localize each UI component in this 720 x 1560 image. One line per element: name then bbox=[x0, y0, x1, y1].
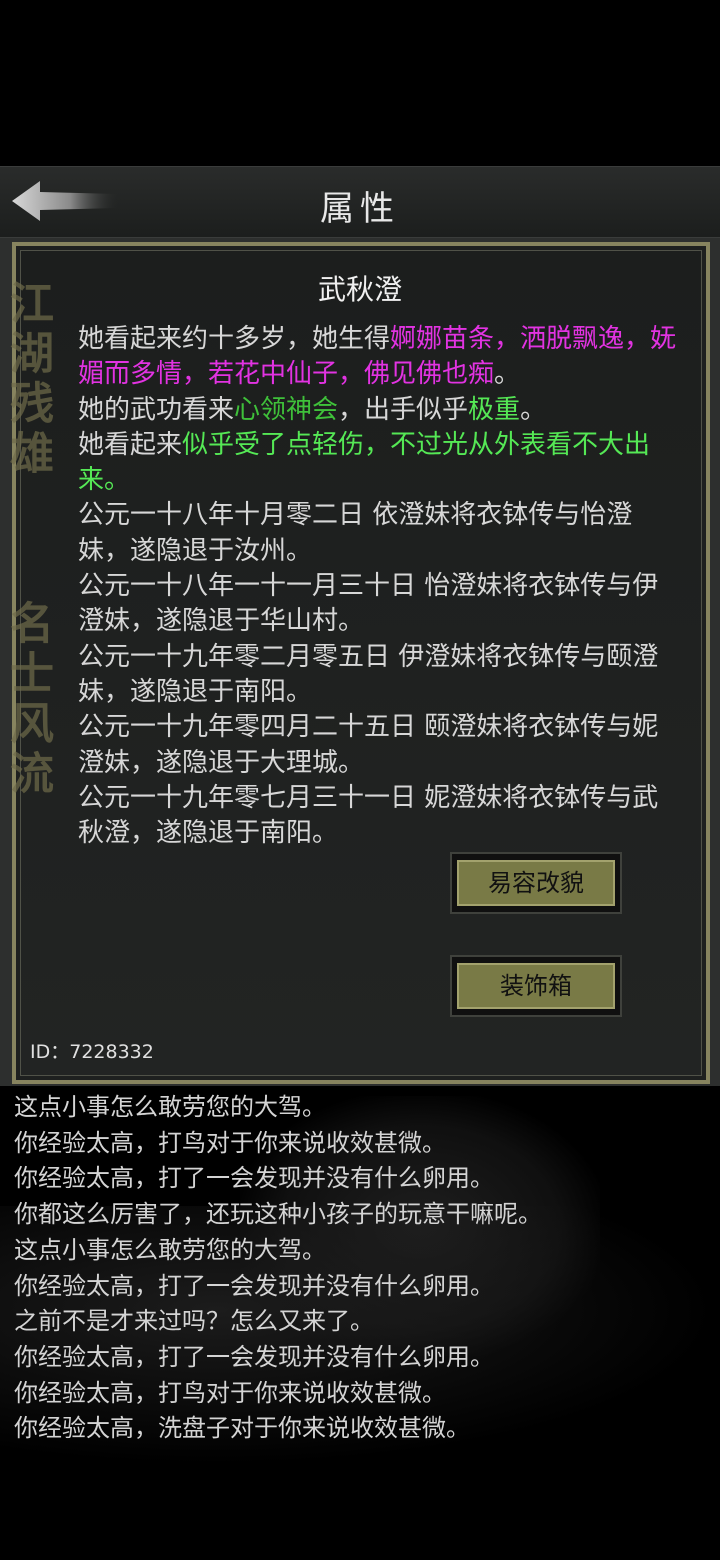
log-line: 你经验太高，打鸟对于你来说收效甚微。 bbox=[14, 1128, 446, 1157]
page-title: 属性 bbox=[320, 189, 400, 229]
martial-prefix: 她的武功看来 bbox=[78, 394, 235, 425]
martial-strength: 极重 bbox=[468, 394, 521, 425]
wardrobe-button[interactable]: 装饰箱 bbox=[450, 955, 622, 1017]
log-line: 这点小事怎么敢劳您的大驾。 bbox=[14, 1093, 326, 1121]
disguise-button-label: 易容改貌 bbox=[457, 860, 615, 906]
martial-middle: ，出手似乎 bbox=[338, 394, 469, 425]
character-description: 她看起来约十多岁，她生得婀娜苗条，洒脱飘逸，妩媚而多情，若花中仙子，佛见佛也痴。… bbox=[78, 322, 678, 851]
character-name: 武秋澄 bbox=[317, 273, 402, 306]
appearance-line: 她看起来约十多岁，她生得婀娜苗条，洒脱飘逸，妩媚而多情，若花中仙子，佛见佛也痴。 bbox=[78, 322, 678, 393]
log-line: 你经验太高，洗盘子对于你来说收效甚微。 bbox=[14, 1414, 470, 1443]
log-line: 之前不是才来过吗？怎么又来了。 bbox=[14, 1307, 374, 1336]
log-line: 你经验太高，打了一会发现并没有什么卵用。 bbox=[14, 1271, 494, 1300]
appearance-prefix: 她看起来约十多岁，她生得 bbox=[78, 324, 391, 354]
player-id: ID：7228332 bbox=[30, 1041, 154, 1063]
disguise-button[interactable]: 易容改貌 bbox=[450, 852, 622, 914]
health-prefix: 她看起来 bbox=[78, 429, 183, 460]
log-line: 你经验太高，打了一会发现并没有什么卵用。 bbox=[14, 1164, 494, 1193]
history-entry: 公元一十八年一十一月三十日 怡澄妹将衣钵传与伊澄妹，遂隐退于华山村。 bbox=[78, 571, 659, 637]
appearance-suffix: 。 bbox=[494, 359, 521, 390]
log-line: 你都这么厉害了，还玩这种小孩子的玩意干嘛呢。 bbox=[14, 1200, 542, 1229]
message-log[interactable]: 这点小事怎么敢劳您的大驾。 你经验太高，打鸟对于你来说收效甚微。 你经验太高，打… bbox=[0, 1086, 720, 1560]
calligraphy-title-2: 名士风流 bbox=[2, 600, 53, 800]
history-entry: 公元一十八年十月零二日 依澄妹将衣钵传与怡澄妹，遂隐退于汝州。 bbox=[78, 500, 633, 566]
martial-line: 她的武功看来心领神会，出手似乎极重。 bbox=[78, 393, 678, 428]
history-entry: 公元一十九年零七月三十一日 妮澄妹将衣钵传与武秋澄，遂隐退于南阳。 bbox=[78, 782, 659, 849]
wardrobe-button-label: 装饰箱 bbox=[457, 963, 615, 1009]
health-line: 她看起来似乎受了点轻伤，不过光从外表看不大出来。 bbox=[78, 428, 678, 499]
screen: 属性 江湖残雄 名士风流 武秋澄 她看起来约十多岁，她生得婀娜苗条，洒脱飘逸，妩… bbox=[0, 0, 720, 1560]
history-entry: 公元一十九年零二月零五日 伊澄妹将衣钵传与颐澄妹，遂隐退于南阳。 bbox=[78, 641, 659, 707]
log-lines: 这点小事怎么敢劳您的大驾。 你经验太高，打鸟对于你来说收效甚微。 你经验太高，打… bbox=[14, 1090, 716, 1447]
header-bar: 属性 bbox=[0, 166, 720, 238]
calligraphy-title-1: 江湖残雄 bbox=[2, 280, 53, 480]
log-line: 你经验太高，打鸟对于你来说收效甚微。 bbox=[14, 1378, 446, 1407]
history-entry: 公元一十九年零四月二十五日 颐澄妹将衣钵传与妮澄妹，遂隐退于大理城。 bbox=[78, 712, 659, 778]
martial-skill: 心领神会 bbox=[234, 394, 339, 425]
martial-suffix: 。 bbox=[520, 394, 547, 425]
log-line: 这点小事怎么敢劳您的大驾。 bbox=[14, 1235, 326, 1264]
log-line: 你经验太高，打了一会发现并没有什么卵用。 bbox=[14, 1342, 494, 1371]
